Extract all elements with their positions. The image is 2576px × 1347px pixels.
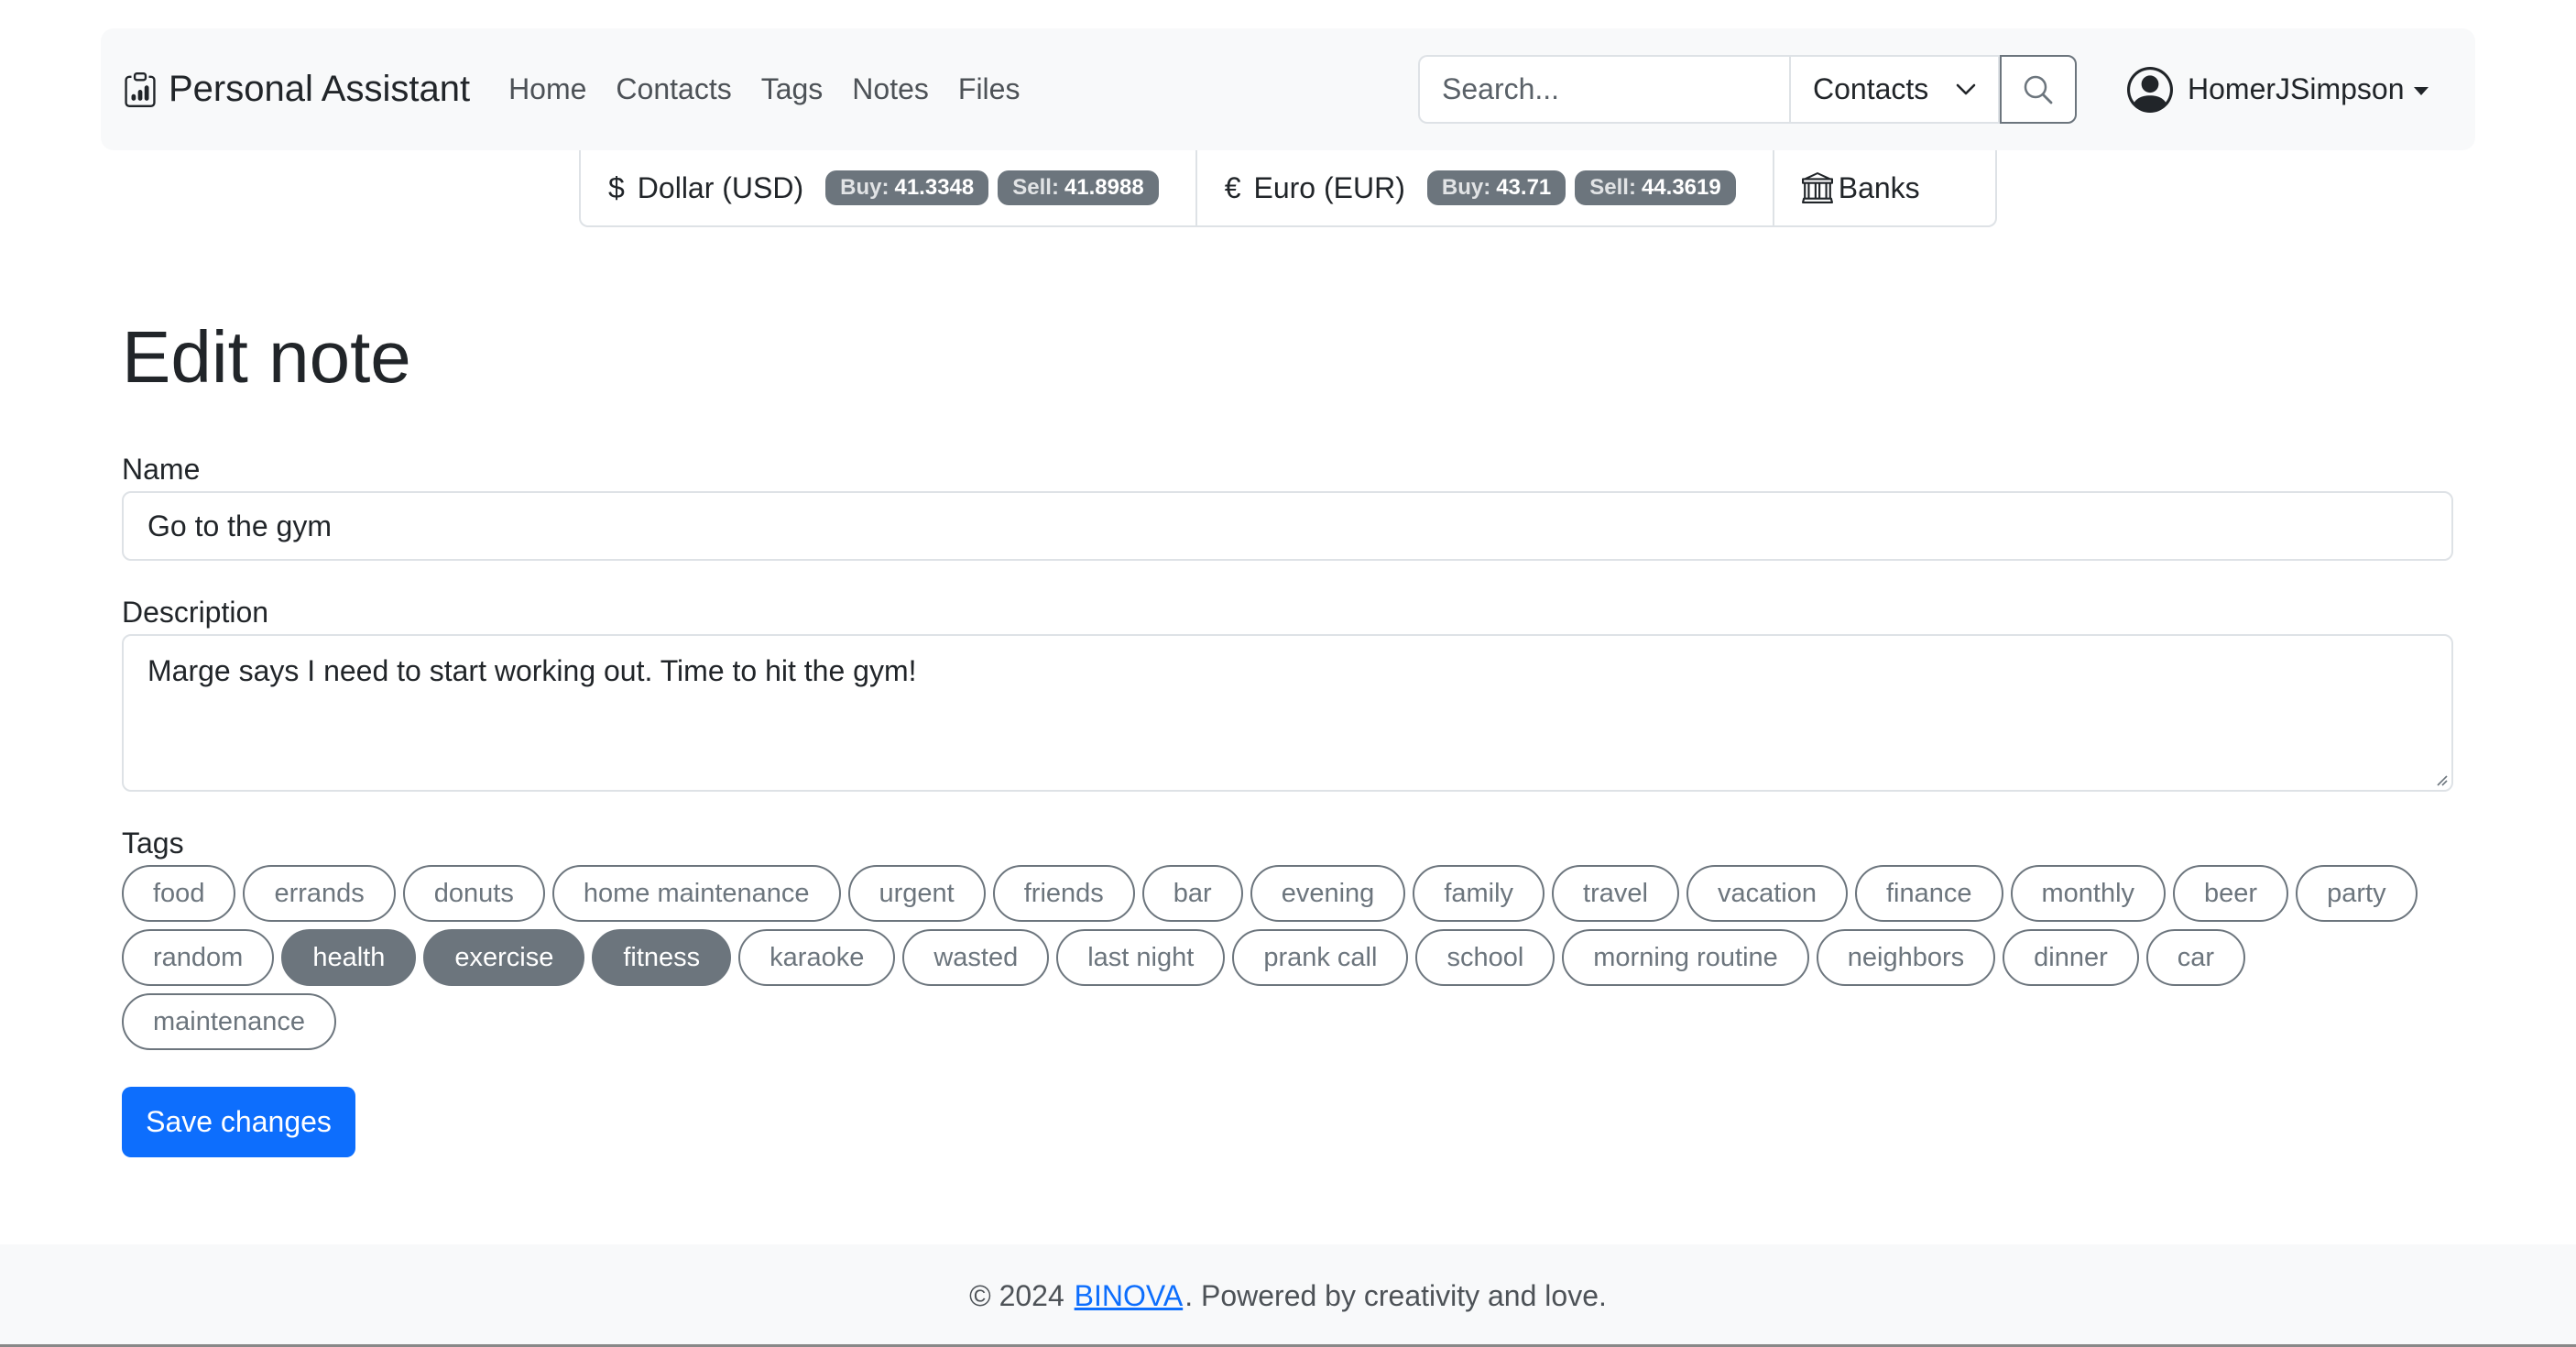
tags-label: Tags xyxy=(122,827,184,860)
dollar-icon: $ xyxy=(608,170,625,204)
tag-dinner[interactable]: dinner xyxy=(2003,929,2139,986)
footer: © 2024 BINOVA . Powered by creativity an… xyxy=(0,1244,2576,1347)
description-textarea-value: Marge says I need to start working out. … xyxy=(147,654,917,687)
tag-row-3: maintenance xyxy=(122,993,2504,1050)
description-textarea[interactable]: Marge says I need to start working out. … xyxy=(122,634,2453,792)
tag-karaoke[interactable]: karaoke xyxy=(738,929,896,986)
eur-buy-badge: Buy: 43.71 xyxy=(1426,170,1566,205)
tag-row-2: random health exercise fitness karaoke w… xyxy=(122,929,2504,986)
tag-vacation[interactable]: vacation xyxy=(1686,865,1848,922)
usd-sell-label: Sell: xyxy=(1012,175,1059,200)
tag-row-1: food errands donuts home maintenance urg… xyxy=(122,865,2504,922)
tag-morning-routine[interactable]: morning routine xyxy=(1562,929,1809,986)
navbar: Personal Assistant Home Contacts Tags No… xyxy=(101,28,2475,150)
rate-usd: $ Dollar (USD) Buy: 41.3348 Sell: 41.8988 xyxy=(581,150,1197,225)
rate-usd-label: Dollar (USD) xyxy=(637,170,804,204)
caret-down-icon xyxy=(2413,87,2429,95)
search-icon xyxy=(2024,75,2053,104)
banks-label: Banks xyxy=(1838,170,1920,204)
tag-finance[interactable]: finance xyxy=(1854,865,2003,922)
tag-bar[interactable]: bar xyxy=(1141,865,1243,922)
nav-notes[interactable]: Notes xyxy=(852,72,929,106)
nav-tags[interactable]: Tags xyxy=(761,72,824,106)
tag-fitness[interactable]: fitness xyxy=(592,929,732,986)
eur-sell-label: Sell: xyxy=(1589,175,1636,200)
tag-errands[interactable]: errands xyxy=(243,865,396,922)
usd-sell-badge: Sell: 41.8988 xyxy=(998,170,1159,205)
nav-home[interactable]: Home xyxy=(508,72,586,106)
tag-donuts[interactable]: donuts xyxy=(402,865,545,922)
brand-label: Personal Assistant xyxy=(169,69,471,109)
footer-prefix: © 2024 xyxy=(969,1278,1073,1312)
tag-neighbors[interactable]: neighbors xyxy=(1816,929,1996,986)
description-label: Description xyxy=(122,596,269,629)
eur-buy-label: Buy: xyxy=(1441,175,1491,200)
search-category-value: Contacts xyxy=(1813,72,1929,105)
name-input[interactable]: Go to the gym xyxy=(122,491,2453,561)
tag-home-maintenance[interactable]: home maintenance xyxy=(551,865,841,922)
page-title: Edit note xyxy=(122,316,411,398)
name-label: Name xyxy=(122,453,201,486)
tag-health[interactable]: health xyxy=(281,929,417,986)
search-group: Contacts xyxy=(1418,55,2077,124)
eur-sell-value: 44.3619 xyxy=(1641,175,1721,200)
save-changes-button[interactable]: Save changes xyxy=(122,1087,355,1157)
usd-buy-badge: Buy: 41.3348 xyxy=(825,170,989,205)
eur-buy-value: 43.71 xyxy=(1496,175,1552,200)
user-menu[interactable]: HomerJSimpson xyxy=(2127,55,2429,124)
tag-prank-call[interactable]: prank call xyxy=(1232,929,1409,986)
tag-exercise[interactable]: exercise xyxy=(423,929,585,986)
exchange-rates-bar: $ Dollar (USD) Buy: 41.3348 Sell: 41.8988 … xyxy=(579,150,1997,227)
nav-links: Home Contacts Tags Notes Files xyxy=(494,72,1034,106)
tag-travel[interactable]: travel xyxy=(1552,865,1679,922)
rate-eur: € Euro (EUR) Buy: 43.71 Sell: 44.3619 xyxy=(1197,150,1774,225)
banks-link[interactable]: Banks xyxy=(1774,150,1948,225)
tag-maintenance[interactable]: maintenance xyxy=(122,993,337,1050)
tag-beer[interactable]: beer xyxy=(2173,865,2289,922)
footer-suffix: . Powered by creativity and love. xyxy=(1184,1278,1607,1312)
user-name: HomerJSimpson xyxy=(2188,72,2405,105)
euro-icon: € xyxy=(1224,170,1241,204)
tag-last-night[interactable]: last night xyxy=(1056,929,1226,986)
usd-sell-value: 41.8988 xyxy=(1064,175,1144,200)
usd-buy-label: Buy: xyxy=(840,175,890,200)
tag-list: food errands donuts home maintenance urg… xyxy=(122,865,2504,1057)
rate-eur-label: Euro (EUR) xyxy=(1253,170,1405,204)
tag-party[interactable]: party xyxy=(2296,865,2418,922)
name-input-value: Go to the gym xyxy=(147,509,332,542)
search-input[interactable] xyxy=(1418,55,1789,124)
resize-grip-icon[interactable] xyxy=(2433,772,2448,786)
tag-family[interactable]: family xyxy=(1413,865,1545,922)
eur-sell-badge: Sell: 44.3619 xyxy=(1575,170,1736,205)
tag-car[interactable]: car xyxy=(2145,929,2246,986)
search-category-select[interactable]: Contacts xyxy=(1789,55,2000,124)
tag-monthly[interactable]: monthly xyxy=(2010,865,2167,922)
person-circle-icon xyxy=(2127,66,2173,113)
tag-school[interactable]: school xyxy=(1415,929,1555,986)
nav-files[interactable]: Files xyxy=(958,72,1021,106)
footer-binova-link[interactable]: BINOVA xyxy=(1075,1279,1184,1313)
tag-food[interactable]: food xyxy=(122,865,236,922)
tag-urgent[interactable]: urgent xyxy=(847,865,986,922)
clipboard-data-icon xyxy=(125,71,156,107)
brand[interactable]: Personal Assistant xyxy=(123,69,470,110)
bank-icon xyxy=(1801,172,1833,203)
search-button[interactable] xyxy=(2000,55,2077,124)
tag-friends[interactable]: friends xyxy=(992,865,1135,922)
chevron-down-icon xyxy=(1956,83,1976,94)
nav-contacts[interactable]: Contacts xyxy=(616,72,731,106)
usd-buy-value: 41.3348 xyxy=(894,175,975,200)
tag-evening[interactable]: evening xyxy=(1250,865,1406,922)
tag-random[interactable]: random xyxy=(122,929,275,986)
tag-wasted[interactable]: wasted xyxy=(902,929,1050,986)
